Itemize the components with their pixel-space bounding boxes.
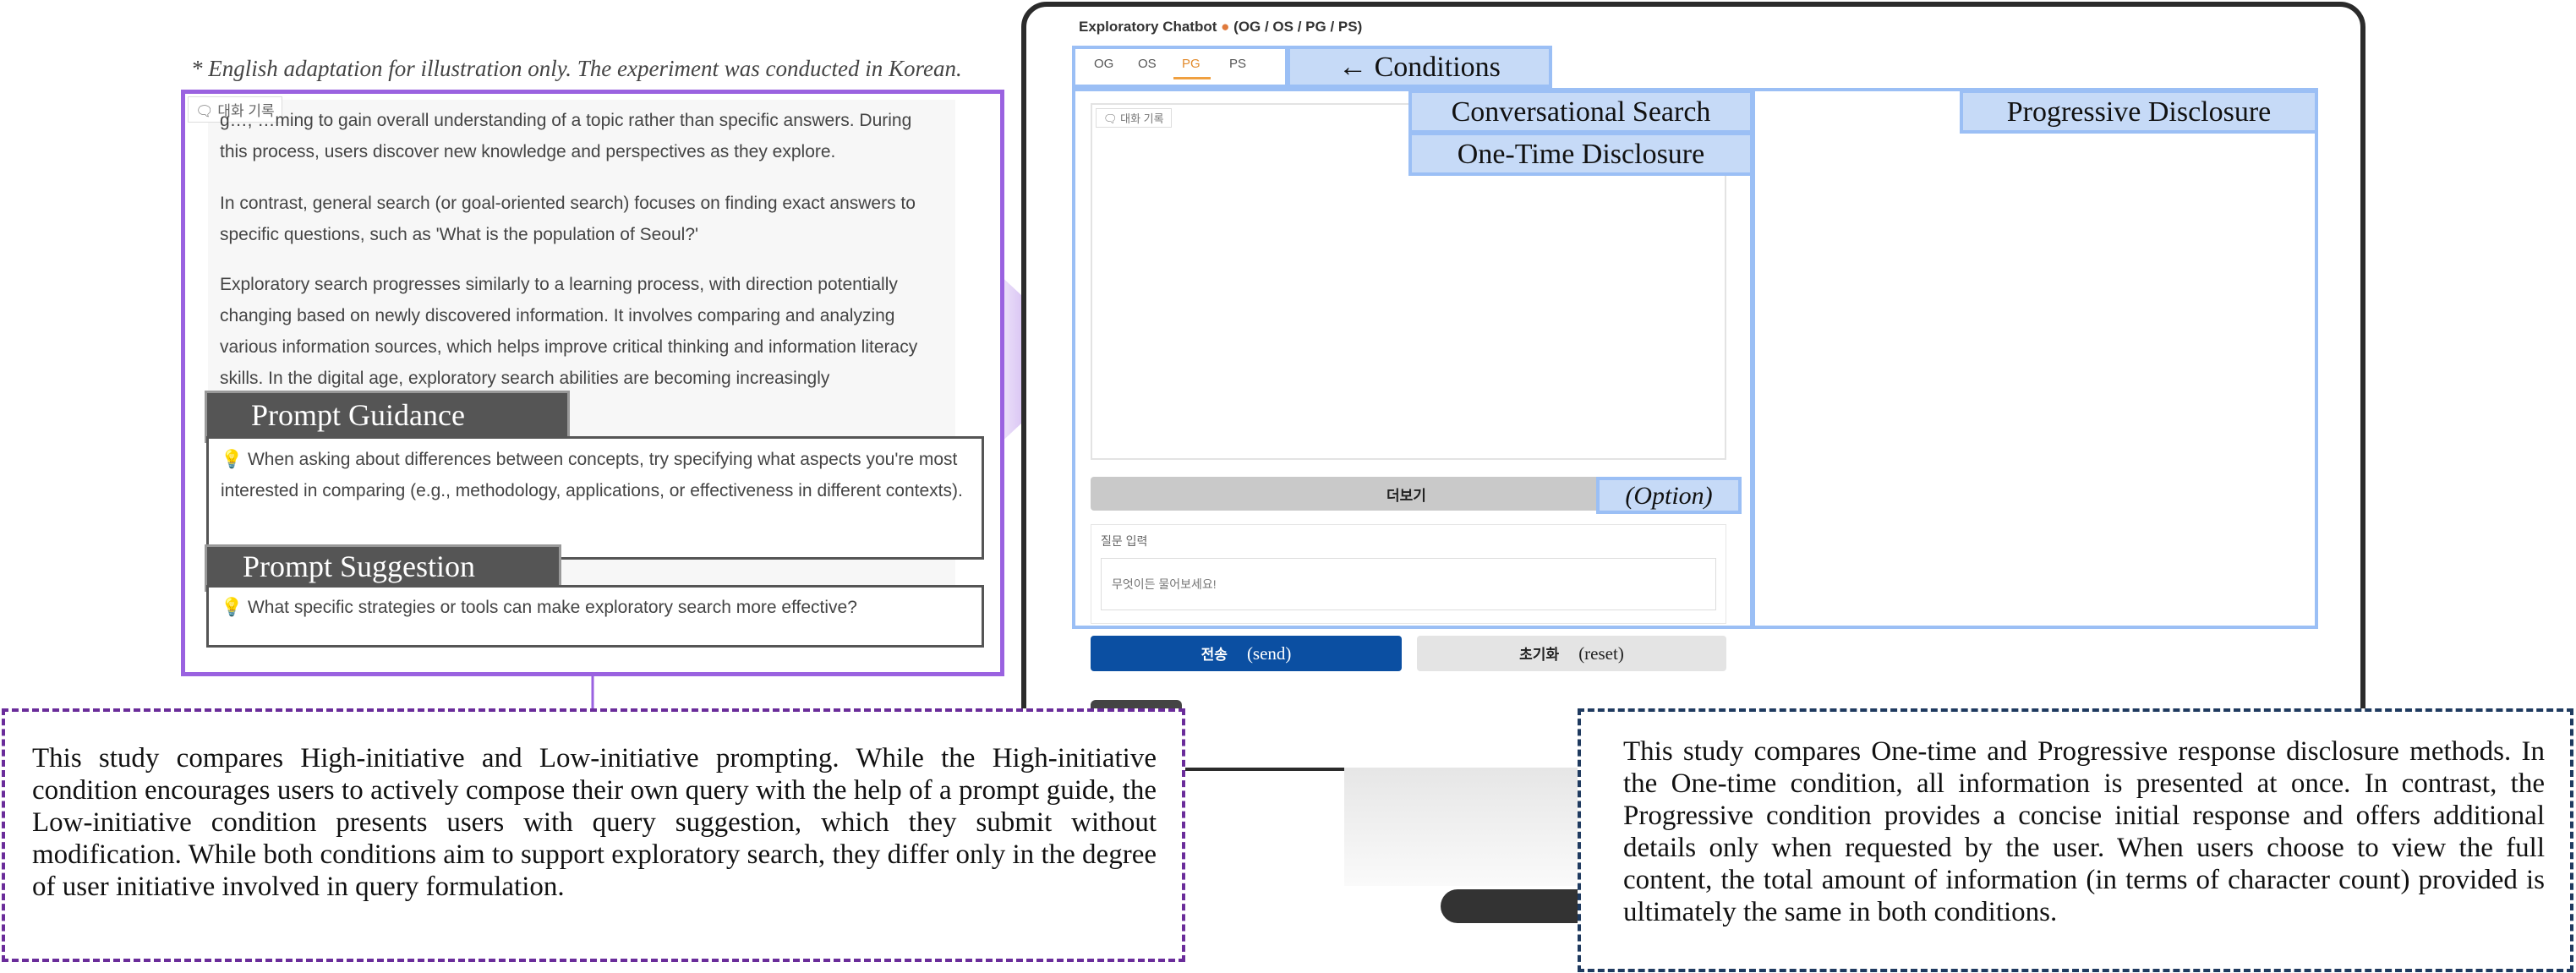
initiative-description: This study compares High-initiative and … — [2, 708, 1185, 962]
send-english: (send) — [1246, 643, 1292, 664]
progressive-area-highlight — [1752, 88, 2318, 629]
adaptation-note: * English adaptation for illustration on… — [191, 56, 962, 81]
chat-paragraph: Exploratory search progresses similarly … — [220, 275, 918, 388]
option-label: (Option) — [1596, 477, 1742, 514]
history-chip: 🗨 대화 기록 — [1096, 108, 1172, 128]
reset-english: (reset) — [1578, 643, 1624, 664]
tabs-highlight — [1072, 46, 1288, 88]
chat-paragraph: In contrast, general search (or goal-ori… — [220, 194, 916, 244]
prompt-guidance-box[interactable]: 💡 When asking about differences between … — [206, 436, 984, 560]
reset-button[interactable]: 초기화 (reset) — [1417, 636, 1726, 671]
disclosure-description: This study compares One-time and Progres… — [1578, 708, 2573, 972]
one-time-disclosure-label: One-Time Disclosure — [1408, 132, 1753, 176]
app-title: Exploratory Chatbot ● (OG / OS / PG / PS… — [1079, 19, 1363, 35]
conversational-search-label: Conversational Search — [1408, 90, 1753, 134]
more-button-label: 더보기 — [1386, 488, 1426, 504]
question-input[interactable] — [1101, 558, 1716, 610]
chat-icon: 🗨 — [1103, 112, 1121, 125]
reset-label: 초기화 — [1519, 647, 1560, 663]
question-label: 질문 입력 — [1101, 534, 1148, 548]
globe-icon: ● — [1221, 19, 1230, 35]
send-label: 전송 — [1200, 647, 1228, 663]
prompt-guidance-label: Prompt Guidance — [205, 391, 570, 443]
chat-icon: 🗨 — [195, 103, 218, 119]
prompt-suggestion-box[interactable]: 💡 What specific strategies or tools can … — [206, 585, 984, 648]
conditions-label: ← Conditions — [1287, 46, 1552, 88]
chat-paragraph: g…, …ming to gain overall understanding … — [220, 111, 912, 161]
send-button[interactable]: 전송 (send) — [1091, 636, 1402, 671]
progressive-disclosure-label: Progressive Disclosure — [1960, 90, 2318, 134]
